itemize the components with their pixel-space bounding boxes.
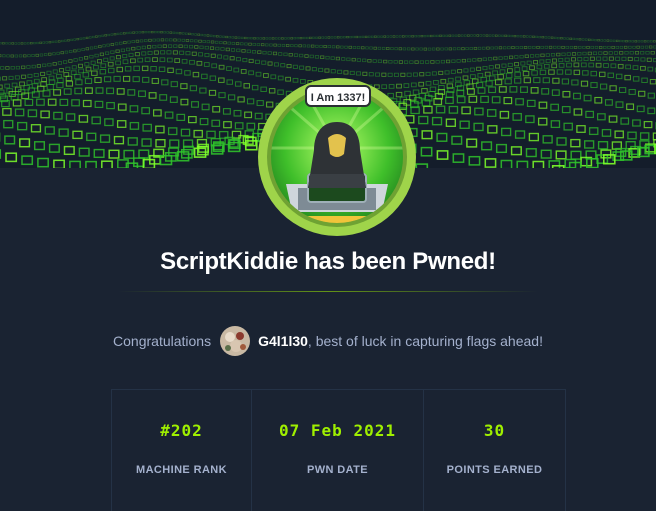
points-earned-value: 30: [424, 421, 565, 440]
points-earned-label: POINTS EARNED: [424, 464, 565, 476]
congrats-suffix: , best of luck in capturing flags ahead!: [308, 333, 543, 349]
machine-rank-value: #202: [112, 421, 251, 440]
stat-points-earned: 30 POINTS EARNED: [423, 390, 565, 511]
congrats-prefix: Congratulations: [113, 333, 211, 349]
pwn-date-value: 07 Feb 2021: [252, 421, 423, 440]
user-avatar[interactable]: [220, 326, 250, 356]
achievement-badge: I Am 1337!: [258, 78, 416, 236]
hooded-hacker-icon: I Am 1337!: [258, 78, 416, 236]
machine-rank-label: MACHINE RANK: [112, 464, 251, 476]
username-link[interactable]: G4l1l30: [258, 333, 308, 349]
congrats-line: Congratulations G4l1l30 , best of luck i…: [0, 324, 656, 358]
title-divider: [118, 291, 538, 292]
stat-machine-rank: #202 MACHINE RANK: [112, 390, 251, 511]
badge-text: I Am 1337!: [311, 92, 366, 104]
avatar-icon: [220, 326, 250, 356]
stat-pwn-date: 07 Feb 2021 PWN DATE: [251, 390, 423, 511]
pwn-date-label: PWN DATE: [252, 464, 423, 476]
stats-panel: #202 MACHINE RANK 07 Feb 2021 PWN DATE 3…: [111, 389, 566, 511]
page-title: ScriptKiddie has been Pwned!: [0, 248, 656, 276]
